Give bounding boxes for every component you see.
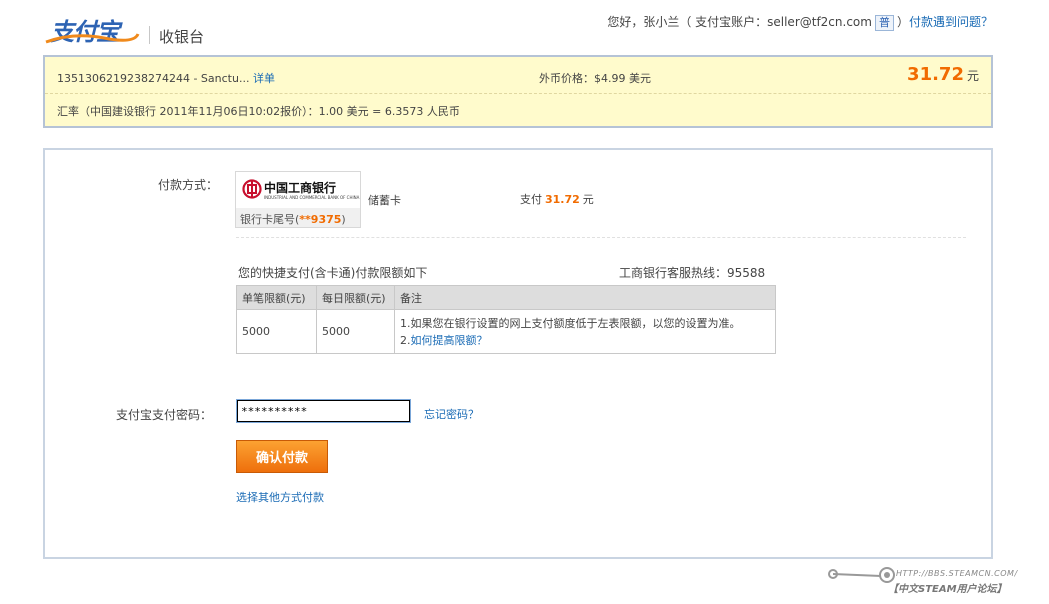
help-link[interactable]: 付款遇到问题？ [909, 15, 993, 29]
pay-prefix: 支付 [520, 193, 542, 206]
password-label: 支付宝支付密码： [116, 408, 213, 422]
raise-limit-link[interactable]: 如何提高限额？ [411, 334, 488, 347]
pay-unit: 元 [582, 193, 594, 206]
table-header-row: 单笔限额(元) 每日限额(元) 备注 [236, 285, 776, 310]
payment-password-input[interactable] [236, 399, 411, 423]
forgot-password-link[interactable]: 忘记密码？ [424, 406, 479, 422]
bank-english-name: INDUSTRIAL AND COMMERCIAL BANK OF CHINA [264, 195, 360, 200]
limit-title: 您的快捷支付(含卡通)付款限额如下 [238, 266, 428, 280]
order-amount-value: 31.72 [907, 64, 964, 85]
note-line-2: 2.如何提高限额？ [400, 332, 770, 349]
cashier-title: 收银台 [159, 28, 205, 46]
header-divider [149, 26, 150, 44]
payment-method-label: 付款方式： [158, 178, 219, 192]
col-note: 备注 [394, 285, 776, 310]
bank-hotline: 工商银行客服热线：95588 [619, 266, 766, 280]
bank-card-selector[interactable]: 中国工商银行 INDUSTRIAL AND COMMERCIAL BANK OF… [235, 171, 361, 228]
user-greeting: 您好，张小兰（ 支付宝账户：seller@tf2cn.com 普）付款遇到问题？ [607, 13, 993, 31]
bank-name: 中国工商银行 [264, 181, 337, 195]
order-detail-link[interactable]: 详单 [253, 72, 275, 85]
order-amount-unit: 元 [966, 69, 979, 83]
watermark-url: HTTP://BBS.STEAMCN.COM/ [896, 569, 1018, 578]
watermark-forum: 【中文STEAM用户论坛】 [888, 584, 1007, 595]
col-daily-limit: 每日限额(元) [316, 285, 395, 310]
card-tail-digits: **9375 [299, 213, 342, 226]
card-type: 储蓄卡 [368, 194, 401, 207]
order-row: 1351306219238274244 - Sanctu... 详单 外币价格：… [45, 57, 991, 94]
table-row: 5000 5000 1.如果您在银行设置的网上支付额度低于左表限额，以您的设置为… [236, 309, 776, 354]
card-tail-suffix: ) [341, 213, 346, 226]
confirm-payment-button[interactable]: 确认付款 [236, 440, 328, 473]
pay-amount: 支付 31.72 元 [520, 191, 594, 207]
exchange-rate: 汇率（中国建设银行 2011年11月06日10:02报价）：1.00 美元 = … [57, 105, 460, 118]
other-method-link[interactable]: 选择其他方式付款 [236, 489, 324, 505]
icbc-emblem-icon [242, 179, 262, 199]
account-type-badge: 普 [874, 15, 894, 31]
card-tail-prefix: 银行卡尾号( [240, 213, 300, 226]
pay-amount-value: 31.72 [545, 193, 580, 206]
order-amount: 31.72 元 [907, 64, 979, 85]
bank-logo: 中国工商银行 INDUSTRIAL AND COMMERCIAL BANK OF… [236, 172, 360, 208]
limit-table: 单笔限额(元) 每日限额(元) 备注 5000 5000 1.如果您在银行设置的… [236, 285, 776, 354]
greeting-close: ） [896, 15, 909, 29]
note-line-1: 1.如果您在银行设置的网上支付额度低于左表限额，以您的设置为准。 [400, 316, 741, 330]
logo-swoosh-icon [45, 33, 140, 44]
limit-note: 1.如果您在银行设置的网上支付额度低于左表限额，以您的设置为准。 2.如何提高限… [394, 309, 776, 354]
daily-limit-value: 5000 [316, 309, 395, 354]
note-line-2-prefix: 2. [400, 333, 411, 347]
divider [236, 237, 966, 238]
single-limit-value: 5000 [236, 309, 317, 354]
col-single-limit: 单笔限额(元) [236, 285, 317, 310]
order-id: 1351306219238274244 - Sanctu... 详单 [57, 70, 275, 86]
order-summary: 1351306219238274244 - Sanctu... 详单 外币价格：… [43, 55, 993, 128]
greeting-text: 您好，张小兰（ 支付宝账户：seller@tf2cn.com [607, 15, 872, 29]
order-id-text: 1351306219238274244 - Sanctu... [57, 72, 250, 85]
foreign-price: 外币价格：$4.99 美元 [539, 72, 651, 85]
card-tail-number: 银行卡尾号(**9375) [236, 208, 360, 227]
